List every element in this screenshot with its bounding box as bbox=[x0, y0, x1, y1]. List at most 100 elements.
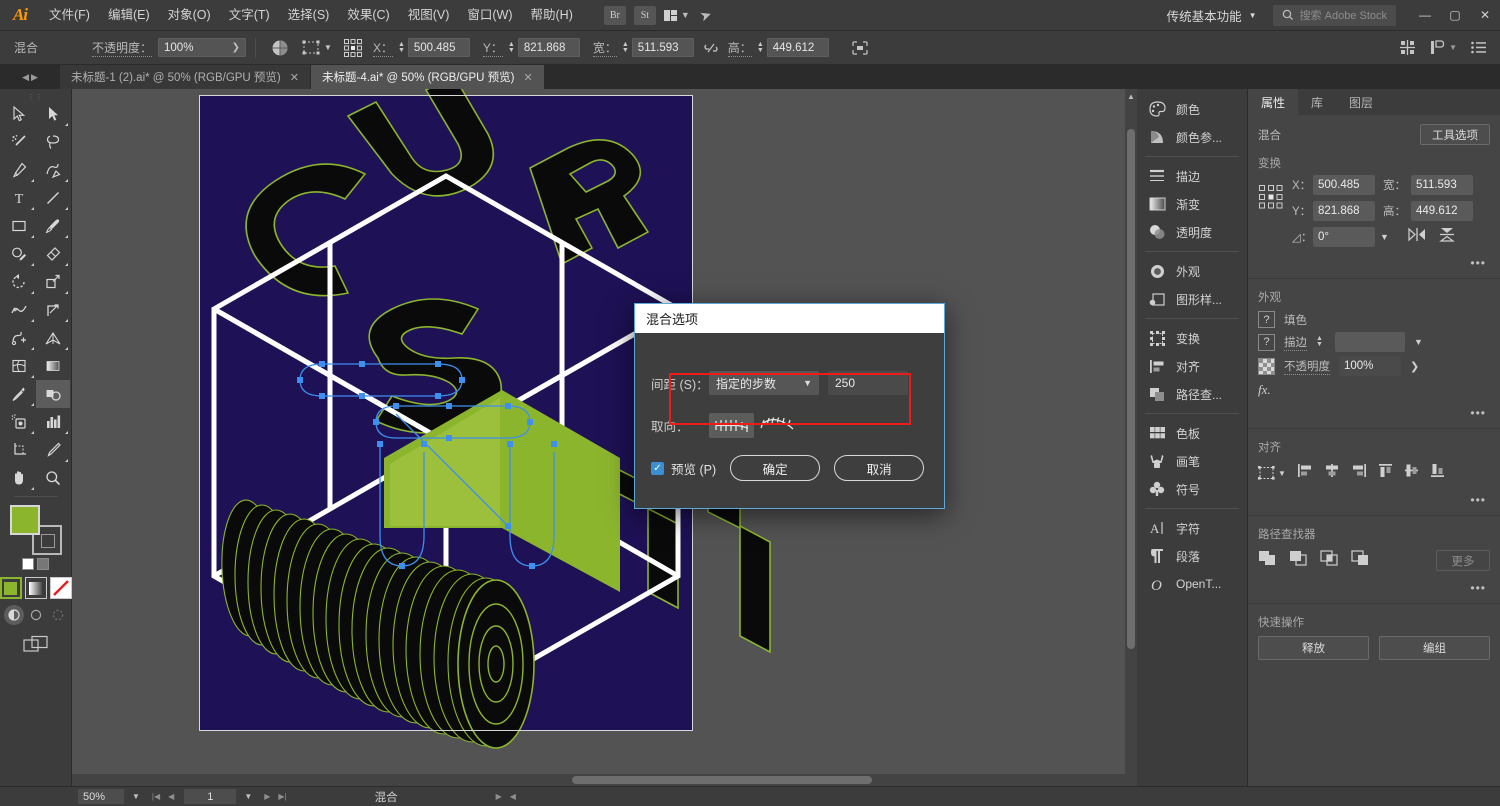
prev-artboard-icon[interactable]: ◀ bbox=[164, 792, 178, 801]
menu-item-object[interactable]: 对象(O) bbox=[159, 0, 220, 31]
scroll-thumb-h[interactable] bbox=[572, 776, 872, 784]
tab-close-icon[interactable]: ✕ bbox=[290, 71, 299, 84]
appearance-more-button[interactable]: ••• bbox=[1248, 398, 1500, 426]
ok-button[interactable]: 确定 bbox=[730, 455, 821, 481]
x-stepper[interactable]: ▲ ▼ bbox=[398, 41, 405, 54]
screen-mode-button[interactable] bbox=[22, 635, 49, 658]
spacing-select[interactable]: 指定的步数 ▼ bbox=[709, 371, 819, 395]
width-stepper[interactable]: ▲ ▼ bbox=[622, 41, 629, 54]
menu-item-file[interactable]: 文件(F) bbox=[40, 0, 99, 31]
width-tool[interactable] bbox=[2, 296, 36, 324]
menu-item-effect[interactable]: 效果(C) bbox=[338, 0, 398, 31]
menu-item-window[interactable]: 窗口(W) bbox=[458, 0, 521, 31]
reference-point-selector[interactable] bbox=[343, 38, 363, 58]
height-stepper[interactable]: ▲ ▼ bbox=[757, 41, 764, 54]
scroll-thumb[interactable] bbox=[1127, 129, 1135, 649]
gradient-tool[interactable] bbox=[36, 352, 70, 380]
align-center-vertical-icon[interactable] bbox=[1404, 463, 1419, 483]
document-setup-icon[interactable]: ▼ bbox=[1430, 40, 1457, 55]
tab-libraries[interactable]: 库 bbox=[1298, 89, 1336, 115]
align-to-dropdown[interactable]: ▼ bbox=[1258, 466, 1286, 480]
pathfinder-more-dots[interactable]: ••• bbox=[1248, 571, 1500, 601]
bridge-button[interactable]: Br bbox=[603, 5, 626, 25]
dock-item-color-guide[interactable]: 颜色参... bbox=[1137, 123, 1247, 151]
chevron-down-icon[interactable]: ▼ bbox=[1380, 232, 1389, 242]
dock-item-swatches[interactable]: 色板 bbox=[1137, 419, 1247, 447]
align-bottom-icon[interactable] bbox=[1430, 463, 1445, 483]
type-tool[interactable]: T bbox=[2, 184, 36, 212]
stock-button[interactable]: St bbox=[633, 5, 656, 25]
color-mode-button[interactable] bbox=[0, 577, 22, 599]
curvature-tool[interactable] bbox=[36, 156, 70, 184]
selection-tool[interactable] bbox=[2, 100, 36, 128]
release-button[interactable]: 释放 bbox=[1258, 636, 1369, 660]
tab-properties[interactable]: 属性 bbox=[1248, 89, 1299, 115]
cancel-button[interactable]: 取消 bbox=[834, 455, 925, 481]
dock-item-transparency[interactable]: 透明度 bbox=[1137, 218, 1247, 246]
rectangle-tool[interactable] bbox=[2, 212, 36, 240]
magic-wand-tool[interactable] bbox=[2, 128, 36, 156]
transform-preset-dropdown[interactable]: ▼ bbox=[302, 40, 332, 55]
dock-item-transform[interactable]: 变换 bbox=[1137, 324, 1247, 352]
eyedropper-tool[interactable] bbox=[2, 380, 36, 408]
pathfinder-intersect-icon[interactable] bbox=[1320, 550, 1339, 571]
menu-item-view[interactable]: 视图(V) bbox=[399, 0, 459, 31]
steps-input[interactable]: 250 bbox=[828, 371, 908, 395]
align-more-button[interactable]: ••• bbox=[1248, 483, 1500, 513]
dock-item-brushes[interactable]: 画笔 bbox=[1137, 447, 1247, 475]
chevron-down-icon[interactable]: ▼ bbox=[1414, 337, 1423, 347]
scroll-up-arrow[interactable]: ▲ bbox=[1125, 89, 1137, 103]
dock-item-appearance[interactable]: 外观 bbox=[1137, 257, 1247, 285]
first-artboard-icon[interactable]: |◀ bbox=[148, 792, 164, 801]
pathfinder-exclude-icon[interactable] bbox=[1351, 550, 1370, 571]
opacity-input[interactable]: 100% ❯ bbox=[158, 38, 247, 57]
draw-behind-icon[interactable] bbox=[26, 605, 46, 625]
arrange-documents-button[interactable]: ▼ bbox=[663, 9, 690, 21]
preview-checkbox-group[interactable]: ✓ 预览 (P) bbox=[651, 459, 716, 478]
column-graph-tool[interactable] bbox=[36, 408, 70, 436]
direct-selection-tool[interactable] bbox=[36, 100, 70, 128]
flip-horizontal-icon[interactable] bbox=[1408, 227, 1426, 247]
dock-item-paragraph[interactable]: 段落 bbox=[1137, 542, 1247, 570]
tab-scroll-arrows[interactable]: ◀ ▶ bbox=[0, 65, 60, 89]
fx-button[interactable]: fx. bbox=[1248, 378, 1500, 398]
default-fill-stroke-icon[interactable] bbox=[22, 558, 34, 570]
zoom-level-input[interactable]: 50% bbox=[78, 789, 124, 804]
shaper-tool[interactable] bbox=[2, 240, 36, 268]
chevron-right-icon[interactable]: ❯ bbox=[1410, 360, 1419, 373]
canvas-area[interactable]: ▲ ▼ bbox=[72, 89, 1137, 786]
group-button[interactable]: 编组 bbox=[1379, 636, 1490, 660]
align-top-icon[interactable] bbox=[1378, 463, 1393, 483]
prop-y-input[interactable]: 821.868 bbox=[1313, 201, 1375, 221]
artboard-dropdown-icon[interactable]: ▼ bbox=[236, 792, 260, 801]
none-mode-button[interactable] bbox=[49, 577, 72, 599]
preview-checkbox[interactable]: ✓ bbox=[651, 461, 664, 475]
document-tab-1[interactable]: 未标题-1 (2).ai* @ 50% (RGB/GPU 预览) ✕ bbox=[60, 65, 311, 89]
rotate-tool[interactable] bbox=[2, 268, 36, 296]
dock-item-opentype[interactable]: O OpenT... bbox=[1137, 570, 1247, 598]
artboard-number-input[interactable]: 1 bbox=[184, 789, 237, 804]
opacity-mask-icon[interactable] bbox=[271, 39, 289, 57]
pen-tool[interactable] bbox=[2, 156, 36, 184]
next-artboard-icon[interactable]: ▶ bbox=[260, 792, 274, 801]
canvas-horizontal-scrollbar[interactable] bbox=[72, 774, 1137, 786]
dock-item-character[interactable]: A 字符 bbox=[1137, 514, 1247, 542]
adobe-stock-search[interactable]: 搜索 Adobe Stock bbox=[1272, 4, 1396, 26]
tool-options-button[interactable]: 工具选项 bbox=[1420, 124, 1490, 145]
dock-item-align[interactable]: 对齐 bbox=[1137, 352, 1247, 380]
last-artboard-icon[interactable]: ▶| bbox=[274, 792, 290, 801]
stroke-weight-input[interactable] bbox=[1334, 332, 1405, 352]
tab-close-icon[interactable]: ✕ bbox=[524, 71, 533, 84]
dock-item-symbols[interactable]: 符号 bbox=[1137, 475, 1247, 503]
y-stepper[interactable]: ▲ ▼ bbox=[508, 41, 515, 54]
tab-layers[interactable]: 图层 bbox=[1336, 89, 1386, 115]
lasso-tool[interactable] bbox=[36, 128, 70, 156]
prop-angle-input[interactable]: 0° bbox=[1313, 227, 1375, 247]
blend-tool[interactable] bbox=[35, 380, 70, 408]
artboard-tool[interactable] bbox=[2, 436, 36, 464]
stroke-weight-stepper[interactable]: ▲ ▼ bbox=[1316, 335, 1323, 348]
prop-h-input[interactable]: 449.612 bbox=[1411, 201, 1473, 221]
draw-inside-icon[interactable] bbox=[48, 605, 68, 625]
menu-item-help[interactable]: 帮助(H) bbox=[522, 0, 582, 31]
pathfinder-more-button[interactable]: 更多 bbox=[1436, 550, 1490, 571]
